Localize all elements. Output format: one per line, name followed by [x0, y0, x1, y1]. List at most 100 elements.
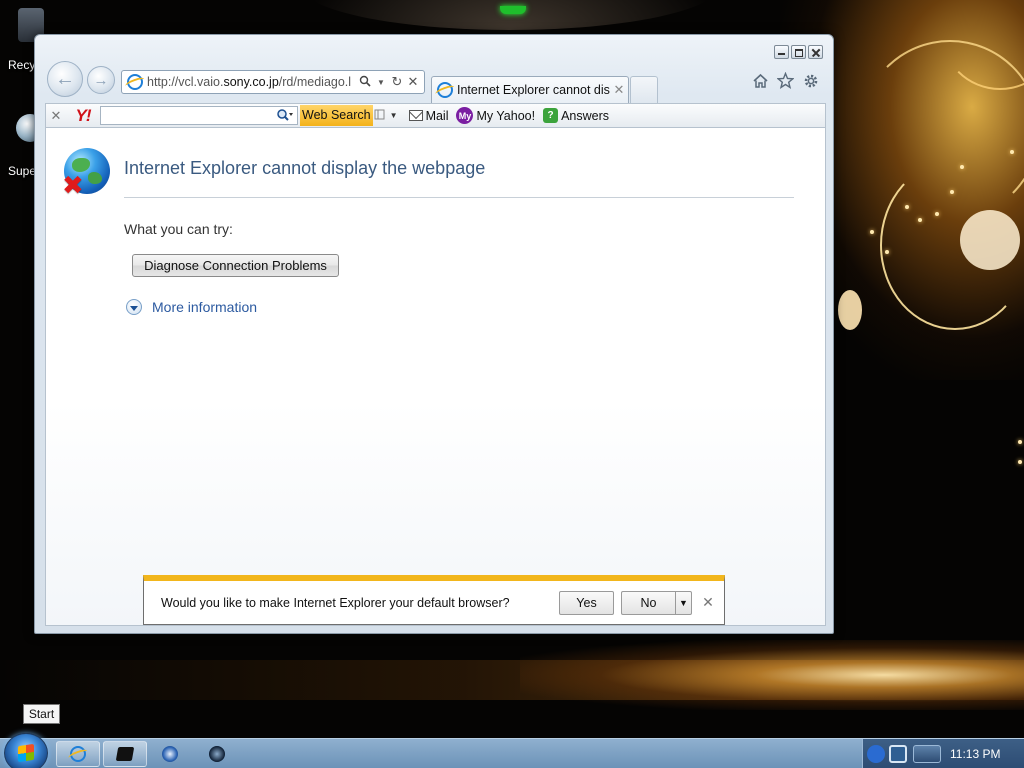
address-url-domain: sony.co.jp: [223, 75, 279, 89]
back-arrow-icon: ←: [55, 67, 75, 90]
try-label: What you can try:: [124, 221, 233, 237]
web-search-button[interactable]: Web Search: [300, 105, 373, 126]
stop-icon: ✕: [407, 74, 419, 89]
wallpaper-sparkle: [918, 218, 922, 222]
address-url-suffix: /rd/mediago.l: [278, 75, 352, 89]
window-controls: [774, 45, 823, 59]
refresh-button[interactable]: ↻: [389, 74, 405, 90]
wallpaper-sparkle: [1018, 440, 1022, 444]
mail-label: Mail: [425, 108, 449, 123]
refresh-icon: ↻: [391, 74, 403, 89]
wallpaper-green-light: [500, 6, 526, 14]
tab-close-button[interactable]: ✕: [610, 82, 628, 98]
answers-button[interactable]: ? Answers: [543, 108, 609, 123]
media-player-icon: [162, 746, 178, 762]
desktop-icon-label: Supe: [8, 164, 37, 178]
bluetooth-icon[interactable]: [867, 745, 885, 763]
chevron-down-icon: ▼: [377, 77, 385, 87]
window-app-icon: [115, 747, 135, 761]
close-window-button[interactable]: [808, 45, 823, 59]
wallpaper-dome: [300, 0, 720, 30]
app-icon: [209, 746, 225, 762]
no-button[interactable]: No: [621, 590, 675, 615]
address-bar[interactable]: http://vcl.vaio.sony.co.jp/rd/mediago.l …: [121, 70, 425, 94]
title-divider: [124, 197, 794, 198]
clock[interactable]: 11:13 PM: [950, 747, 1000, 761]
notification-message: Would you like to make Internet Explorer…: [161, 595, 510, 610]
page-title: Internet Explorer cannot display the web…: [124, 158, 486, 178]
taskbar-app-button[interactable]: [103, 741, 147, 767]
wallpaper-sparkle: [935, 212, 939, 216]
no-dropdown-button[interactable]: ▼: [675, 590, 692, 615]
desktop-icon-label: Recy: [8, 58, 36, 72]
answers-icon: ?: [543, 108, 559, 123]
toolbar-dropdown-button[interactable]: ▼: [387, 111, 401, 120]
command-icons: [751, 71, 820, 90]
chevron-down-icon: [126, 299, 142, 315]
tab-active[interactable]: Internet Explorer cannot dis... ✕: [431, 76, 629, 103]
home-icon: [753, 73, 768, 88]
more-information-link[interactable]: More information: [126, 299, 257, 315]
wallpaper-sparkle: [885, 250, 889, 254]
start-button[interactable]: [4, 733, 48, 768]
my-yahoo-label: My Yahoo!: [476, 108, 536, 123]
diagnose-connection-button[interactable]: Diagnose Connection Problems: [132, 254, 339, 277]
system-tray: 11:13 PM: [862, 739, 1024, 768]
bookmark-icon: [374, 109, 385, 119]
address-url[interactable]: http://vcl.vaio.sony.co.jp/rd/mediago.l: [147, 75, 357, 89]
yahoo-logo[interactable]: Y!: [66, 106, 100, 126]
favorites-star-icon: [777, 72, 794, 89]
address-search-button[interactable]: [357, 75, 373, 90]
ie-window: ← → http://vcl.vaio.sony.co.jp/rd/mediag…: [34, 34, 834, 634]
search-icon[interactable]: [276, 108, 294, 125]
taskbar-app2-button[interactable]: [207, 744, 227, 764]
error-x-icon: ✖: [62, 170, 84, 200]
yahoo-search-input[interactable]: [100, 106, 298, 125]
back-button[interactable]: ←: [47, 61, 83, 97]
forward-arrow-icon: →: [93, 71, 109, 89]
maximize-button[interactable]: [791, 45, 806, 59]
stop-button[interactable]: ✕: [405, 74, 421, 90]
gear-icon: [804, 74, 817, 87]
wallpaper-light-band: [520, 640, 1024, 710]
taskbar-media-player-button[interactable]: [160, 744, 180, 764]
my-yahoo-icon: My: [456, 107, 474, 124]
ie-icon: [70, 746, 86, 762]
default-browser-notification: Would you like to make Internet Explorer…: [143, 575, 725, 625]
wallpaper-swirl: [960, 210, 1020, 270]
wallpaper-sparkle: [1018, 460, 1022, 464]
no-split-button: No ▼: [621, 590, 692, 615]
ie-icon: [437, 82, 453, 98]
more-information-label: More information: [152, 299, 258, 315]
tab-title: Internet Explorer cannot dis...: [457, 83, 610, 97]
wallpaper-sparkle: [870, 230, 874, 234]
toolbar-bookmark-button[interactable]: [373, 109, 387, 123]
answers-label: Answers: [561, 108, 610, 123]
wallpaper-swirl: [838, 290, 862, 330]
home-button[interactable]: [751, 71, 770, 90]
taskbar-ie-button[interactable]: [56, 741, 100, 767]
network-icon[interactable]: [889, 745, 907, 763]
wallpaper-sparkle: [1010, 150, 1014, 154]
wallpaper-sparkle: [960, 165, 964, 169]
minimize-button[interactable]: [774, 45, 789, 59]
mail-button[interactable]: Mail: [408, 108, 449, 123]
page-content: ✖ Internet Explorer cannot display the w…: [45, 128, 826, 626]
address-dropdown-button[interactable]: ▼: [373, 78, 389, 87]
notification-close-button[interactable]: ✕: [692, 594, 724, 611]
search-icon: [359, 75, 371, 87]
yahoo-toolbar: ✕ Y! Web Search ▼ Mail My My Yahoo! ? An…: [45, 103, 826, 128]
address-url-prefix: http://vcl.vaio.: [147, 75, 224, 89]
yes-button[interactable]: Yes: [559, 590, 614, 615]
wallpaper-sparkle: [905, 205, 909, 209]
favorites-button[interactable]: [776, 71, 795, 90]
vaio-icon[interactable]: [913, 745, 941, 763]
forward-button[interactable]: →: [87, 66, 115, 94]
toolbar-close-button[interactable]: ✕: [46, 108, 66, 124]
wallpaper-sparkle: [950, 190, 954, 194]
new-tab-button[interactable]: [630, 76, 658, 103]
ie-icon: [127, 74, 143, 90]
tools-button[interactable]: [801, 71, 820, 90]
my-yahoo-button[interactable]: My My Yahoo!: [456, 107, 535, 124]
taskbar: 11:13 PM: [0, 733, 1024, 768]
